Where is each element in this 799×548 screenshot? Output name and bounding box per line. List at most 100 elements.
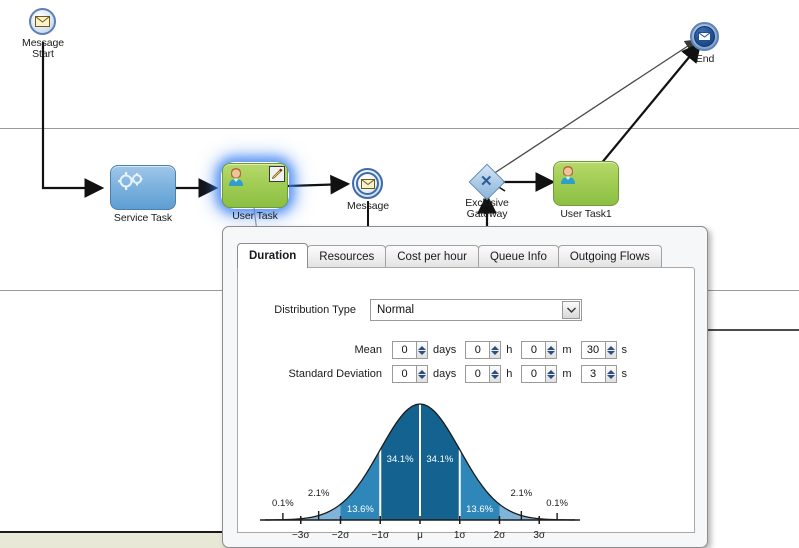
- stddev-seconds-value[interactable]: 3: [580, 365, 605, 383]
- distribution-type-value: Normal: [377, 304, 415, 316]
- gateway-x-icon: ✕: [480, 173, 493, 190]
- stddev-hours-spin-buttons[interactable]: [489, 365, 502, 383]
- mean-days-value[interactable]: 0: [392, 341, 416, 359]
- band-pct-label-2: 13.6%: [347, 504, 374, 515]
- x-tick-label-5: 2σ: [494, 530, 507, 541]
- stddev-minutes-value[interactable]: 0: [521, 365, 546, 383]
- caret-down-icon[interactable]: [491, 350, 500, 355]
- caret-down-icon[interactable]: [418, 374, 426, 379]
- band-pct-label-4: 34.1%: [426, 454, 453, 465]
- band-pct-label-0: 0.1%: [272, 498, 294, 509]
- caret-down-icon[interactable]: [547, 350, 556, 355]
- mean-minutes-stepper[interactable]: 0: [521, 341, 558, 359]
- tab-queue-info[interactable]: Queue Info: [477, 245, 559, 268]
- stddev-hours-stepper[interactable]: 0: [465, 365, 502, 383]
- mean-hours-spin-buttons[interactable]: [489, 341, 502, 359]
- mean-minutes-spin-buttons[interactable]: [545, 341, 558, 359]
- flow-start-to-service[interactable]: [41, 42, 105, 198]
- envelope-icon: [698, 32, 711, 41]
- caret-up-icon[interactable]: [606, 345, 615, 350]
- distribution-type-label: Distribution Type: [274, 304, 356, 316]
- caret-up-icon[interactable]: [547, 345, 556, 350]
- node-label-end-event: End: [695, 53, 715, 65]
- dialog-tabstrip: Duration Resources Cost per hour Queue I…: [237, 243, 662, 268]
- x-tick-label-1: −2σ: [332, 530, 350, 541]
- mean-hours-stepper[interactable]: 0: [465, 341, 502, 359]
- mean-minutes-unit: m: [562, 344, 572, 356]
- distribution-type-select[interactable]: Normal: [370, 299, 582, 321]
- node-label-user-task-1: User Task1: [560, 208, 612, 220]
- caret-down-icon[interactable]: [491, 374, 500, 379]
- stddev-days-value[interactable]: 0: [392, 365, 416, 383]
- tab-cost-per-hour-label: Cost per hour: [397, 251, 467, 263]
- tab-duration[interactable]: Duration: [237, 243, 309, 268]
- band-pct-label-7: 0.1%: [546, 498, 568, 509]
- stddev-minutes-spin-buttons[interactable]: [545, 365, 558, 383]
- mean-days-unit: days: [433, 344, 457, 356]
- caret-up-icon[interactable]: [606, 369, 615, 374]
- node-label-exclusive-gateway: Exclusive Gateway: [465, 197, 509, 220]
- node-message-event[interactable]: Message: [347, 168, 389, 212]
- caret-up-icon[interactable]: [547, 369, 556, 374]
- bell-curve-svg: −3σ −2σ −1σ μ 1σ 2σ 3σ 0.1% 2.1% 13.6% 34.1% 34.1% 1…: [260, 403, 580, 541]
- tab-outgoing-flows[interactable]: Outgoing Flows: [557, 245, 662, 268]
- stddev-days-spin-buttons[interactable]: [416, 365, 428, 383]
- mean-seconds-spin-buttons[interactable]: [604, 341, 617, 359]
- caret-up-icon[interactable]: [491, 345, 500, 350]
- standard-deviation-row: Standard Deviation 0 days 0 h 0 m 3 s: [264, 365, 636, 383]
- stddev-seconds-stepper[interactable]: 3: [580, 365, 617, 383]
- message-event-shape[interactable]: [352, 168, 383, 199]
- user-icon: [561, 166, 575, 184]
- end-event-shape[interactable]: [690, 22, 719, 51]
- mean-seconds-value[interactable]: 30: [580, 341, 605, 359]
- node-label-message-start: Message Start: [22, 37, 64, 60]
- flow-gateway-to-end[interactable]: [489, 39, 699, 177]
- mean-seconds-stepper[interactable]: 30: [580, 341, 617, 359]
- caret-down-icon[interactable]: [547, 374, 556, 379]
- mean-hours-value[interactable]: 0: [465, 341, 490, 359]
- bpmn-editor-canvas: Message Start Service Task User Task Mes…: [0, 0, 799, 548]
- node-service-task[interactable]: Service Task: [110, 165, 176, 224]
- stddev-seconds-unit: s: [621, 368, 628, 380]
- stddev-hours-value[interactable]: 0: [465, 365, 490, 383]
- stddev-seconds-spin-buttons[interactable]: [604, 365, 617, 383]
- distribution-type-row: Distribution Type Normal: [264, 299, 582, 321]
- user-task-shape[interactable]: [222, 163, 288, 208]
- caret-up-icon[interactable]: [491, 369, 500, 374]
- message-event-inner-ring: [356, 172, 379, 195]
- node-user-task-1[interactable]: User Task1: [553, 161, 619, 220]
- caret-down-icon[interactable]: [606, 350, 615, 355]
- stddev-hours-unit: h: [506, 368, 513, 380]
- node-end-event[interactable]: End: [690, 22, 719, 65]
- tab-queue-info-label: Queue Info: [489, 251, 547, 263]
- mean-hours-unit: h: [506, 344, 513, 356]
- stddev-days-stepper[interactable]: 0: [392, 365, 428, 383]
- edit-badge[interactable]: [269, 166, 285, 182]
- node-exclusive-gateway[interactable]: ✕ Exclusive Gateway: [465, 163, 509, 220]
- flow-usertask1-to-end[interactable]: [599, 42, 702, 166]
- mean-minutes-value[interactable]: 0: [521, 341, 546, 359]
- mean-seconds-unit: s: [621, 344, 628, 356]
- message-start-event-shape[interactable]: [29, 8, 56, 35]
- flow-user-to-message[interactable]: [287, 174, 351, 195]
- normal-distribution-chart: −3σ −2σ −1σ μ 1σ 2σ 3σ 0.1% 2.1% 13.6% 34.1% 34.1% 1…: [258, 392, 582, 548]
- tab-resources-label: Resources: [319, 251, 375, 263]
- caret-down-icon[interactable]: [606, 374, 615, 379]
- x-tick-label-6: 3σ: [533, 530, 546, 541]
- stddev-minutes-stepper[interactable]: 0: [521, 365, 558, 383]
- band-pct-label-6: 2.1%: [511, 488, 533, 499]
- caret-up-icon[interactable]: [418, 369, 426, 374]
- mean-days-spin-buttons[interactable]: [416, 341, 428, 359]
- x-tick-label-2: −1σ: [371, 530, 389, 541]
- user-task-1-shape[interactable]: [553, 161, 619, 206]
- caret-up-icon[interactable]: [418, 345, 426, 350]
- chevron-down-icon[interactable]: [562, 301, 580, 319]
- tab-cost-per-hour[interactable]: Cost per hour: [385, 245, 479, 268]
- caret-down-icon[interactable]: [418, 350, 426, 355]
- mean-days-stepper[interactable]: 0: [392, 341, 428, 359]
- tab-resources[interactable]: Resources: [307, 245, 387, 268]
- node-message-start[interactable]: Message Start: [22, 8, 64, 60]
- node-user-task[interactable]: User Task: [222, 163, 288, 222]
- mean-row: Mean 0 days 0 h 0 m 30 s: [264, 341, 636, 359]
- service-task-shape[interactable]: [110, 165, 176, 210]
